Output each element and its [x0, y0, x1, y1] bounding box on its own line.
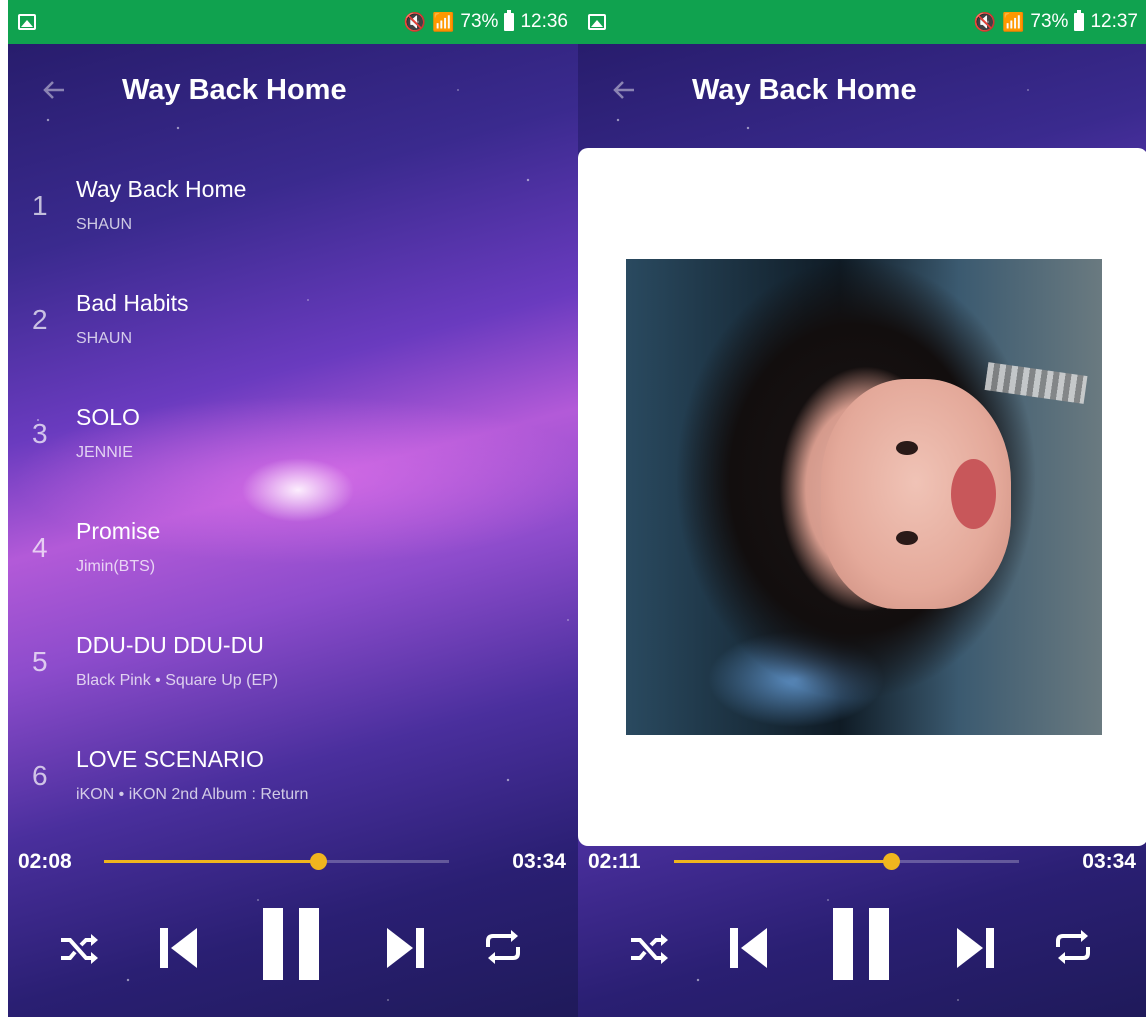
pause-icon[interactable]	[258, 906, 324, 982]
track-artist: SHAUN	[76, 216, 133, 233]
next-icon[interactable]	[950, 920, 1000, 976]
header: Way Back Home	[578, 64, 1146, 120]
now-playing-screen: 🔇 📶 73% 12:37 Way Back Home 02:11 03:34	[578, 0, 1146, 1017]
track-title: LOVE SCENARIO	[76, 746, 264, 772]
seek-thumb[interactable]	[309, 853, 327, 870]
seek-fill	[104, 860, 318, 863]
list-item[interactable]: 3 SOLO JENNIE	[8, 396, 578, 476]
battery-percent: 73%	[1030, 11, 1069, 32]
album-art-detail	[896, 531, 918, 545]
album-art-detail	[951, 459, 996, 529]
seek-fill	[674, 860, 892, 863]
track-artist: Jimin(BTS)	[76, 558, 156, 575]
seek-track[interactable]	[674, 853, 1019, 870]
album-art-detail	[984, 362, 1088, 404]
elapsed-time: 02:11	[588, 850, 641, 873]
seek-thumb[interactable]	[883, 853, 901, 870]
clock: 12:36	[520, 11, 568, 32]
track-artist: Black Pink • Square Up (EP)	[76, 672, 279, 689]
track-number: 6	[32, 760, 48, 791]
back-arrow-icon[interactable]	[608, 74, 640, 106]
battery-icon	[504, 10, 515, 31]
list-item[interactable]: 1 Way Back Home SHAUN	[8, 168, 578, 248]
album-art-card	[578, 148, 1146, 846]
elapsed-time: 02:08	[18, 850, 72, 873]
total-time: 03:34	[512, 850, 566, 873]
track-number: 3	[32, 418, 48, 449]
track-title: Bad Habits	[76, 290, 189, 316]
seek-bar: 02:08 03:34	[8, 842, 578, 882]
seek-track[interactable]	[104, 853, 449, 870]
track-artist: SHAUN	[76, 330, 133, 347]
wifi-icon: 📶	[432, 11, 455, 32]
battery-icon	[1074, 10, 1085, 31]
total-time: 03:34	[1082, 850, 1136, 873]
previous-icon[interactable]	[154, 920, 204, 976]
track-title: Way Back Home	[76, 176, 247, 202]
mute-icon: 🔇	[403, 11, 426, 32]
repeat-icon[interactable]	[1048, 922, 1098, 972]
list-item[interactable]: 4 Promise Jimin(BTS)	[8, 510, 578, 590]
track-title: SOLO	[76, 404, 140, 430]
list-item[interactable]: 2 Bad Habits SHAUN	[8, 282, 578, 362]
track-number: 2	[32, 304, 48, 335]
status-bar: 🔇 📶 73% 12:36	[8, 0, 578, 44]
album-art-detail	[896, 441, 918, 455]
page-title: Way Back Home	[122, 74, 347, 106]
header: Way Back Home	[8, 64, 578, 120]
track-number: 4	[32, 532, 48, 563]
playback-controls	[578, 900, 1146, 990]
track-number: 5	[32, 646, 48, 677]
playlist-screen: 🔇 📶 73% 12:36 Way Back Home 1 Way Back H…	[8, 0, 578, 1017]
list-item[interactable]: 5 DDU-DU DDU-DU Black Pink • Square Up (…	[8, 624, 578, 704]
back-arrow-icon[interactable]	[38, 74, 70, 106]
track-artist: iKON • iKON 2nd Album : Return	[76, 786, 309, 803]
gallery-icon	[18, 14, 36, 30]
track-artist: JENNIE	[76, 444, 133, 461]
repeat-icon[interactable]	[478, 922, 528, 972]
page-title: Way Back Home	[692, 74, 917, 106]
battery-percent: 73%	[460, 11, 499, 32]
shuffle-icon[interactable]	[624, 924, 674, 974]
album-art-image	[626, 259, 1102, 735]
previous-icon[interactable]	[724, 920, 774, 976]
list-item[interactable]: 6 LOVE SCENARIO iKON • iKON 2nd Album : …	[8, 738, 578, 818]
shuffle-icon[interactable]	[54, 924, 104, 974]
mute-icon: 🔇	[973, 11, 996, 32]
clock: 12:37	[1090, 11, 1138, 32]
wifi-icon: 📶	[1002, 11, 1025, 32]
pause-icon[interactable]	[828, 906, 894, 982]
track-title: Promise	[76, 518, 161, 544]
track-number: 1	[32, 190, 48, 221]
gallery-icon	[588, 14, 606, 30]
track-title: DDU-DU DDU-DU	[76, 632, 264, 658]
status-bar: 🔇 📶 73% 12:37	[578, 0, 1146, 44]
next-icon[interactable]	[380, 920, 430, 976]
playback-controls	[8, 900, 578, 990]
seek-bar: 02:11 03:34	[578, 842, 1146, 882]
